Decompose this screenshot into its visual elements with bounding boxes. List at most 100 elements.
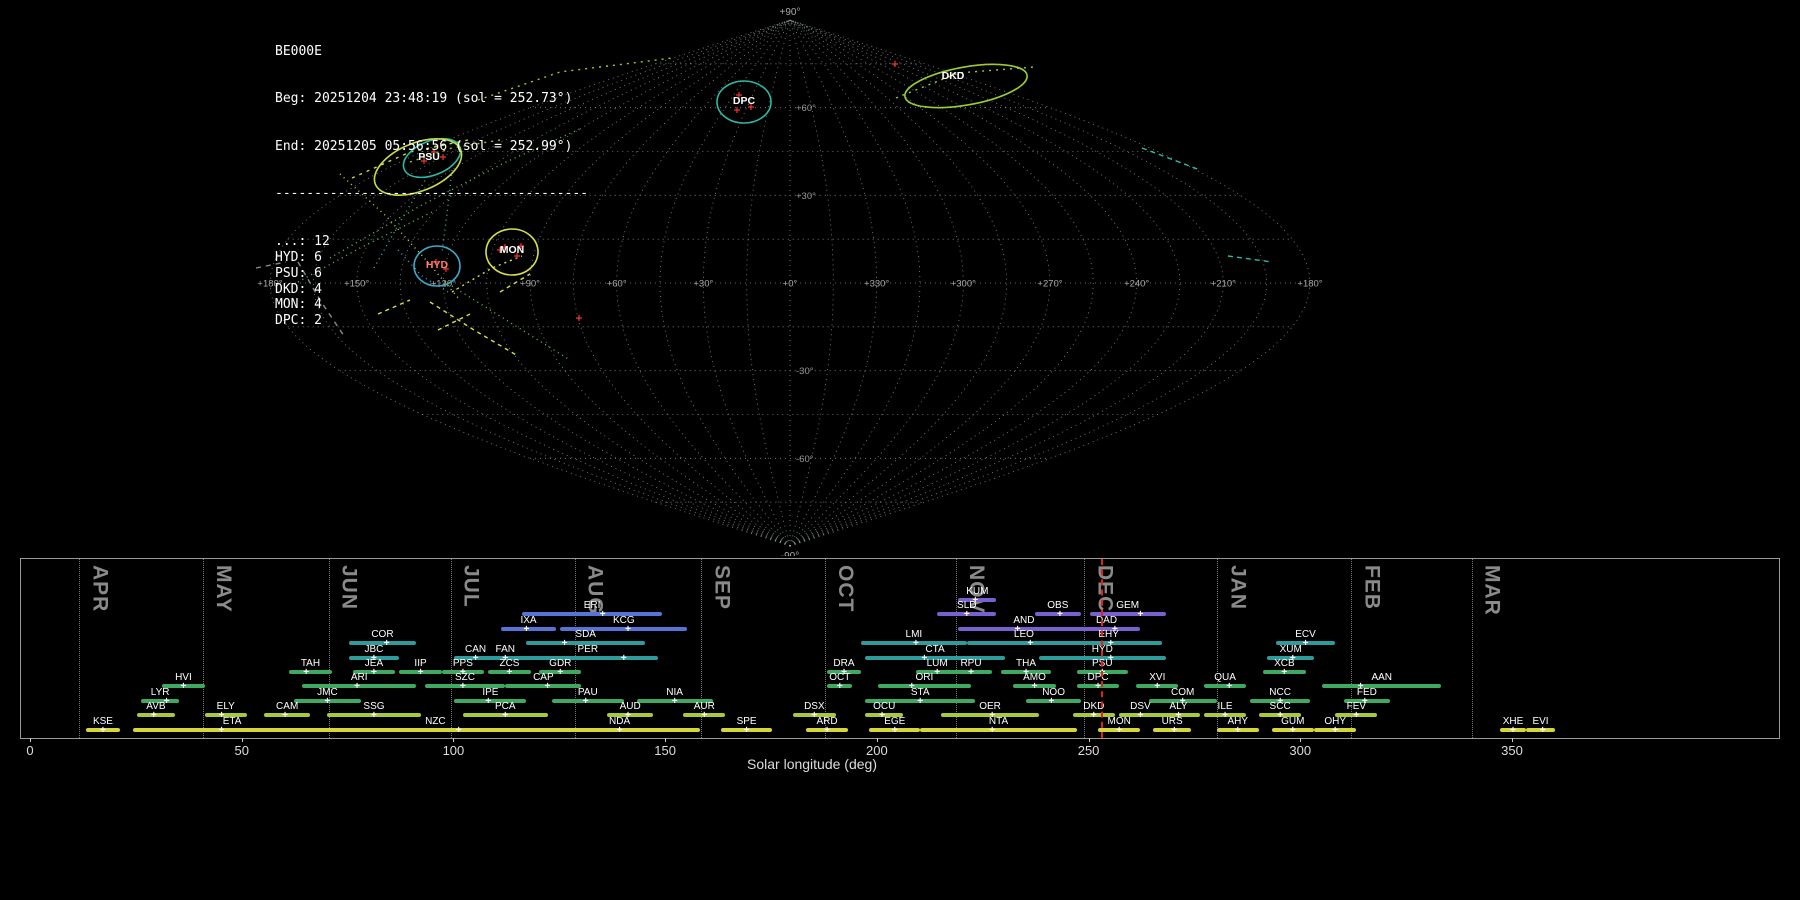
shower-peak-ohy: +: [1332, 726, 1338, 736]
shower-activity-timeline: APRMAYJUNJULAUGSEPOCTNOVDECJANFEBMARKUM+…: [20, 558, 1780, 739]
ra-label: +30°: [693, 279, 713, 290]
x-tick: [453, 738, 454, 742]
shower-count-row: DKD: 4: [275, 282, 588, 298]
shower-peak-fev: +: [1353, 711, 1359, 721]
pole-label-north: +90°: [780, 7, 801, 18]
shower-count-list: ...: 12HYD: 6PSU: 6DKD: 4MON: 4DPC: 2: [275, 234, 588, 329]
month-label-oct: OCT: [833, 565, 857, 612]
shower-peak-spe: +: [744, 726, 750, 736]
x-tick-label: 0: [26, 743, 33, 758]
shower-peak-nda: +: [617, 726, 623, 736]
month-gridline-nov: [956, 559, 957, 738]
shower-peak-ard: +: [824, 726, 830, 736]
shower-bar-eri: [522, 612, 662, 616]
month-gridline-jul: [451, 559, 452, 738]
shower-peak-dkd: +: [1091, 711, 1097, 721]
shower-peak-ege: +: [892, 726, 898, 736]
month-gridline-oct: [825, 559, 826, 738]
shower-label-eta: ETA: [223, 716, 242, 727]
month-label-sep: SEP: [709, 565, 733, 610]
ra-label: +0°: [783, 279, 798, 290]
x-tick-label: 150: [654, 743, 676, 758]
observation-info-block: BE000E Beg: 20251204 23:48:19 (sol = 252…: [275, 12, 588, 361]
shower-label-aan: AAN: [1371, 672, 1392, 683]
shower-bar-nzc: [319, 728, 552, 732]
radiant-ring-dkd: [902, 57, 1031, 116]
shower-peak-eri: +: [600, 610, 606, 620]
month-label-mar: MAR: [1480, 565, 1504, 616]
shower-peak-gdr: +: [557, 668, 563, 678]
shower-bar-qua: [1204, 684, 1246, 688]
shower-count-row: HYD: 6: [275, 250, 588, 266]
shower-peak-zcs: +: [507, 668, 513, 678]
pole-label-south: -90°: [781, 551, 799, 556]
shower-peak-nzc: +: [456, 726, 462, 736]
dec-label: +60°: [796, 103, 816, 114]
shower-peak-ari: +: [354, 682, 360, 692]
shower-bar-tah: [289, 670, 331, 674]
month-label-jul: JUL: [459, 565, 483, 608]
shower-peak-kse: +: [100, 726, 106, 736]
current-sol-line: [1101, 559, 1103, 738]
shower-label-ori: ORI: [916, 672, 934, 683]
shower-label-kcg: KCG: [613, 615, 635, 626]
meteor-trail: [1228, 256, 1272, 262]
shower-peak-avb: +: [151, 711, 157, 721]
shower-peak-hvi: +: [181, 682, 187, 692]
x-tick: [1512, 738, 1513, 742]
x-tick: [665, 738, 666, 742]
shower-peak-dsv: +: [1137, 711, 1143, 721]
end-time: End: 20251205 05:56:56 (sol = 252.99°): [275, 139, 588, 155]
shower-peak-iip: +: [418, 668, 424, 678]
radiant-point-marker: [734, 107, 740, 113]
ra-label: +270°: [1037, 279, 1062, 290]
dec-label: +30°: [796, 191, 816, 202]
shower-peak-cam: +: [282, 711, 288, 721]
x-tick-label: 300: [1289, 743, 1311, 758]
shower-label-eri: ERI: [584, 600, 601, 611]
begin-time: Beg: 20251204 23:48:19 (sol = 252.73°): [275, 91, 588, 107]
shower-label-cta: CTA: [925, 644, 944, 655]
month-label-jan: JAN: [1225, 565, 1249, 610]
shower-peak-pau: +: [583, 697, 589, 707]
month-gridline-apr: [79, 559, 80, 738]
shower-count-row: MON: 4: [275, 297, 588, 313]
shower-bar-aan: [1322, 684, 1441, 688]
x-tick-label: 250: [1078, 743, 1100, 758]
month-label-apr: APR: [87, 565, 111, 612]
x-tick-label: 50: [234, 743, 248, 758]
shower-peak-ssg: +: [371, 711, 377, 721]
shower-peak-ixa: +: [523, 625, 529, 635]
x-tick: [1089, 738, 1090, 742]
month-label-feb: FEB: [1359, 565, 1383, 610]
shower-peak-sta: +: [917, 697, 923, 707]
shower-peak-ecv: +: [1303, 639, 1309, 649]
shower-peak-jmc: +: [324, 697, 330, 707]
shower-peak-obs: +: [1057, 610, 1063, 620]
separator-line: ----------------------------------------: [275, 186, 588, 202]
x-tick: [242, 738, 243, 742]
shower-peak-sda: +: [562, 639, 568, 649]
shower-label-gem: GEM: [1116, 600, 1139, 611]
shower-peak-kcg: +: [625, 625, 631, 635]
shower-peak-amo: +: [1032, 682, 1038, 692]
radiant-label-dkd: DKD: [942, 70, 965, 82]
shower-peak-pca: +: [502, 711, 508, 721]
x-axis-label: Solar longitude (deg): [747, 756, 877, 772]
dec-label: -60°: [796, 454, 814, 465]
x-tick: [30, 738, 31, 742]
ra-label: +240°: [1124, 279, 1149, 290]
shower-peak-ahy: +: [1235, 726, 1241, 736]
shower-bar-cap: [505, 684, 581, 688]
shower-peak-gem: +: [1137, 610, 1143, 620]
shower-peak-sld: +: [964, 610, 970, 620]
month-label-dec: DEC: [1092, 565, 1116, 612]
shower-peak-rpu: +: [968, 668, 974, 678]
shower-peak-aur: +: [701, 711, 707, 721]
meteor-trail: [1142, 148, 1200, 170]
sky-map-projection: +90°-90°+180°+150°+120°+90°+60°+30°+0°+3…: [0, 0, 1800, 556]
shower-peak-xcb: +: [1281, 668, 1287, 678]
shower-peak-xhe: +: [1510, 726, 1516, 736]
station-id: BE000E: [275, 44, 588, 60]
shower-count-row: PSU: 6: [275, 266, 588, 282]
